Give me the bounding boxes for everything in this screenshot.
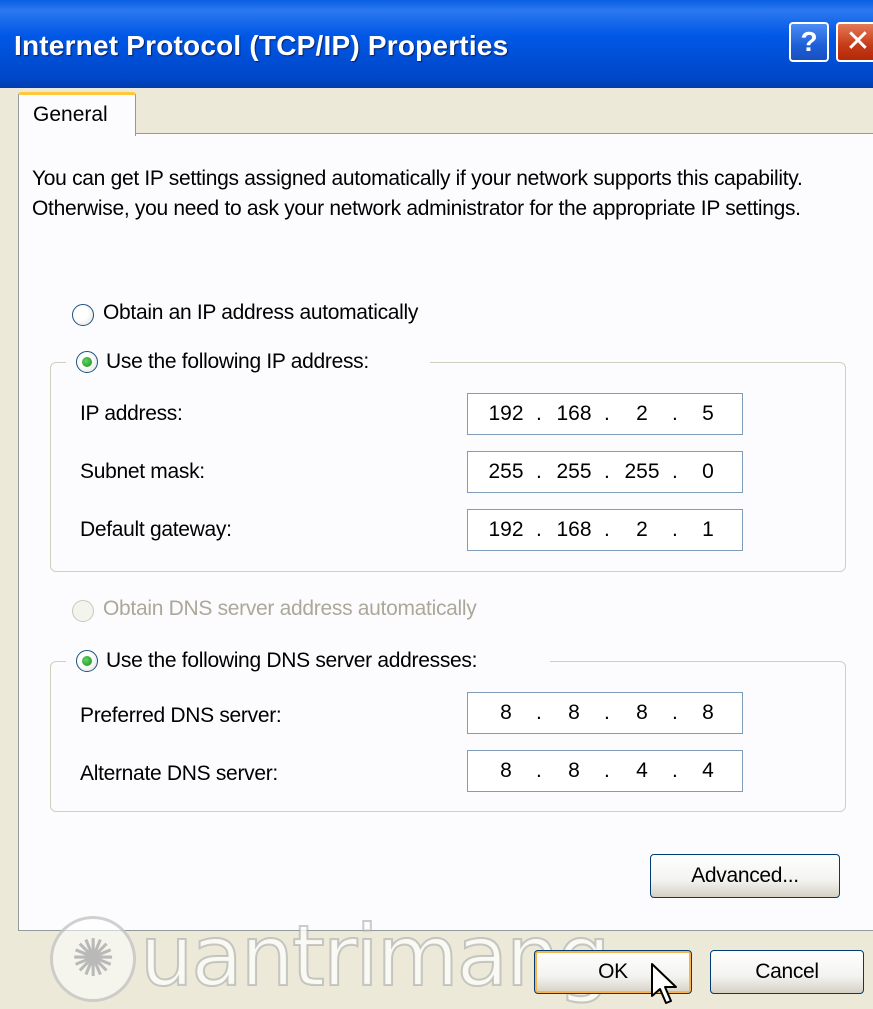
octet-3[interactable]: 255	[614, 452, 670, 492]
octet-2[interactable]: 8	[546, 751, 602, 791]
octet-4[interactable]: 1	[680, 510, 736, 550]
dot-separator: .	[536, 701, 542, 724]
dot-separator: .	[536, 460, 542, 483]
title-bar[interactable]: Internet Protocol (TCP/IP) Properties ? …	[0, 0, 873, 88]
alternate-dns-label: Alternate DNS server:	[80, 762, 278, 785]
dot-separator: .	[604, 460, 610, 483]
dot-separator: .	[672, 759, 678, 782]
octet-2[interactable]: 168	[546, 394, 602, 434]
dot-separator: .	[604, 402, 610, 425]
dot-separator: .	[604, 518, 610, 541]
ip-auto-label: Obtain an IP address automatically	[103, 301, 419, 324]
default-gateway-label: Default gateway:	[80, 518, 232, 541]
ip-manual-label: Use the following IP address:	[106, 350, 369, 373]
ip-address-field[interactable]: 192 . 168 . 2 . 5	[467, 393, 743, 435]
ip-manual-radio-row[interactable]: Use the following IP address:	[66, 348, 430, 376]
dot-separator: .	[536, 518, 542, 541]
octet-2[interactable]: 255	[546, 452, 602, 492]
dot-separator: .	[604, 701, 610, 724]
intro-text: You can get IP settings assigned automat…	[32, 167, 803, 220]
dns-auto-radio	[72, 600, 94, 622]
dot-separator: .	[672, 701, 678, 724]
alternate-dns-field[interactable]: 8 . 8 . 4 . 4	[467, 750, 743, 792]
lightbulb-icon: ✺	[50, 916, 136, 1002]
dot-separator: .	[604, 759, 610, 782]
dot-separator: .	[672, 402, 678, 425]
help-button[interactable]: ?	[789, 22, 829, 62]
preferred-dns-label: Preferred DNS server:	[80, 704, 282, 727]
dns-manual-label: Use the following DNS server addresses:	[106, 649, 478, 672]
mouse-cursor-icon	[651, 963, 677, 1004]
octet-2[interactable]: 8	[546, 693, 602, 733]
dns-manual-radio[interactable]	[76, 650, 98, 672]
advanced-button[interactable]: Advanced...	[650, 854, 840, 898]
octet-4[interactable]: 8	[680, 693, 736, 733]
dot-separator: .	[536, 759, 542, 782]
octet-4[interactable]: 0	[680, 452, 736, 492]
octet-3[interactable]: 2	[614, 510, 670, 550]
cancel-button[interactable]: Cancel	[710, 950, 864, 994]
octet-4[interactable]: 5	[680, 394, 736, 434]
dns-manual-radio-row[interactable]: Use the following DNS server addresses:	[66, 647, 550, 675]
subnet-mask-field[interactable]: 255 . 255 . 255 . 0	[467, 451, 743, 493]
ip-manual-radio[interactable]	[76, 351, 98, 373]
octet-1[interactable]: 255	[478, 452, 534, 492]
octet-3[interactable]: 2	[614, 394, 670, 434]
subnet-mask-label: Subnet mask:	[80, 460, 205, 483]
dot-separator: .	[536, 402, 542, 425]
tab-general[interactable]: General	[18, 92, 136, 136]
close-button[interactable]: ✕	[836, 22, 873, 62]
dns-auto-label: Obtain DNS server address automatically	[103, 597, 477, 620]
dot-separator: .	[672, 460, 678, 483]
octet-1[interactable]: 8	[478, 693, 534, 733]
ip-auto-radio[interactable]	[72, 304, 94, 326]
octet-1[interactable]: 8	[478, 751, 534, 791]
octet-2[interactable]: 168	[546, 510, 602, 550]
octet-4[interactable]: 4	[680, 751, 736, 791]
window-title: Internet Protocol (TCP/IP) Properties	[14, 30, 509, 61]
close-icon: ✕	[845, 25, 871, 58]
ip-address-label: IP address:	[80, 402, 183, 425]
dot-separator: .	[672, 518, 678, 541]
octet-1[interactable]: 192	[478, 510, 534, 550]
octet-3[interactable]: 8	[614, 693, 670, 733]
preferred-dns-field[interactable]: 8 . 8 . 8 . 8	[467, 692, 743, 734]
default-gateway-field[interactable]: 192 . 168 . 2 . 1	[467, 509, 743, 551]
octet-3[interactable]: 4	[614, 751, 670, 791]
octet-1[interactable]: 192	[478, 394, 534, 434]
help-icon: ?	[800, 26, 818, 57]
